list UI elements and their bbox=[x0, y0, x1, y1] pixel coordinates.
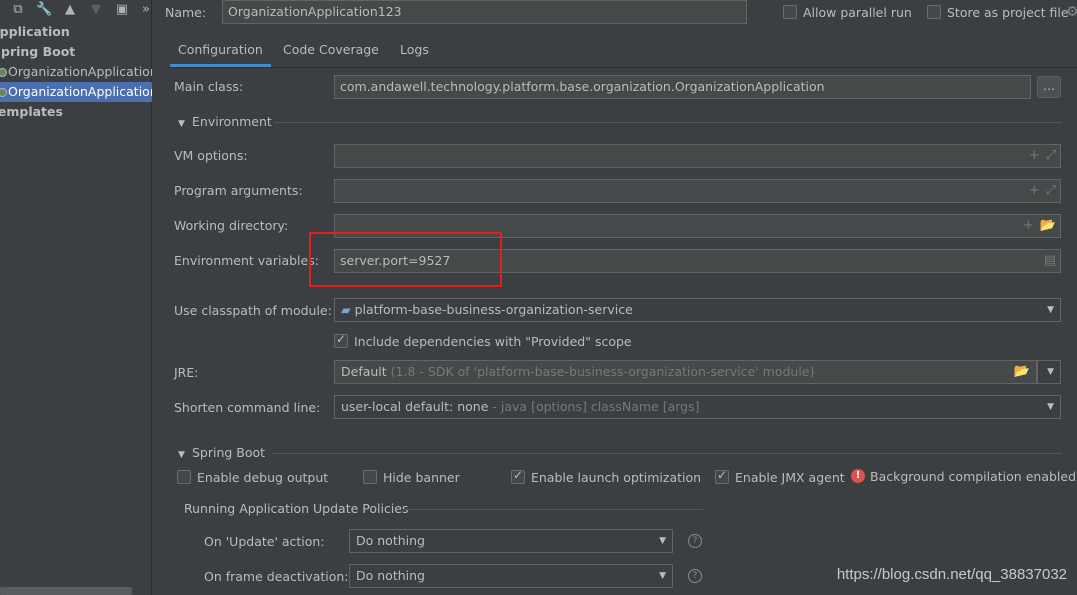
update-policies-separator bbox=[403, 509, 703, 510]
tree-item-application[interactable]: Application bbox=[0, 22, 142, 42]
tree-item-templates[interactable]: Templates bbox=[0, 102, 143, 122]
main-class-value: com.andawell.technology.platform.base.or… bbox=[340, 79, 825, 94]
tab-logs[interactable]: Logs bbox=[392, 37, 437, 67]
name-input-value: OrganizationApplication123 bbox=[228, 4, 402, 19]
spring-boot-run-icon bbox=[0, 68, 7, 77]
classpath-label: Use classpath of module: bbox=[174, 303, 332, 318]
jre-dropdown-button[interactable]: ▼ bbox=[1037, 360, 1061, 384]
browse-main-class-button[interactable]: ... bbox=[1037, 76, 1061, 98]
on-update-action-label: On 'Update' action: bbox=[204, 534, 325, 549]
jre-default-value: Default bbox=[341, 364, 387, 379]
store-as-project-file-label: Store as project file bbox=[947, 5, 1069, 20]
shorten-detail-text: - java [options] className [args] bbox=[492, 399, 700, 414]
jre-select[interactable]: Default (1.8 - SDK of 'platform-base-bus… bbox=[334, 360, 1037, 384]
on-frame-deactivation-value: Do nothing bbox=[356, 568, 425, 583]
tree-item-label: Templates bbox=[0, 104, 63, 119]
vm-options-label: VM options: bbox=[174, 148, 248, 163]
wrench-icon[interactable]: 🔧 bbox=[36, 2, 52, 18]
chevron-down-icon: ▼ bbox=[1047, 305, 1054, 315]
classpath-module-select[interactable]: ▰ platform-base-business-organization-se… bbox=[334, 298, 1061, 322]
store-as-project-file-checkbox[interactable] bbox=[927, 5, 941, 19]
collapse-arrow-icon: ▼ bbox=[178, 450, 185, 460]
tab-configuration[interactable]: Configuration bbox=[170, 37, 271, 67]
on-frame-deactivation-select[interactable]: Do nothing ▼ bbox=[349, 564, 673, 588]
classpath-module-value: platform-base-business-organization-serv… bbox=[354, 302, 633, 317]
enable-jmx-agent-checkbox[interactable] bbox=[715, 468, 729, 484]
name-input[interactable]: OrganizationApplication123 bbox=[222, 0, 747, 24]
warning-icon: ! bbox=[851, 469, 865, 483]
tree-item-spring-boot[interactable]: Spring Boot bbox=[0, 42, 144, 62]
plus-icon[interactable]: + bbox=[1029, 145, 1040, 167]
working-directory-label: Working directory: bbox=[174, 218, 289, 233]
highlight-annotation-box bbox=[309, 232, 502, 287]
include-dependencies-checkbox[interactable] bbox=[334, 332, 348, 348]
shorten-command-line-label: Shorten command line: bbox=[174, 400, 321, 415]
tree-item-label: OrganizationApplication bbox=[8, 64, 152, 79]
enable-debug-output-checkbox[interactable] bbox=[177, 470, 191, 484]
expand-icon[interactable]: ⤢ bbox=[1046, 180, 1056, 202]
on-frame-deactivation-label: On frame deactivation: bbox=[204, 569, 349, 584]
run-config-tree-panel: ⧉ 🔧 ▲ ▼ ▣ » Application Spring Boot Orga… bbox=[0, 0, 152, 595]
hide-banner-checkbox[interactable] bbox=[363, 470, 377, 484]
shorten-command-line-select[interactable]: user-local default: none - java [options… bbox=[334, 395, 1061, 419]
tree-item-label: Application bbox=[0, 24, 70, 39]
tree-item-organization-application-selected[interactable]: OrganizationApplication1 bbox=[0, 82, 152, 102]
include-dependencies-label: Include dependencies with "Provided" sco… bbox=[354, 334, 632, 349]
allow-parallel-run-label: Allow parallel run bbox=[803, 5, 912, 20]
environment-separator bbox=[274, 122, 1062, 123]
gear-icon[interactable]: ⚙ bbox=[1066, 4, 1077, 20]
more-icon[interactable]: » bbox=[138, 2, 154, 18]
plus-icon[interactable]: + bbox=[1023, 215, 1034, 237]
tab-code-coverage[interactable]: Code Coverage bbox=[275, 37, 387, 67]
chevron-down-icon: ▼ bbox=[659, 536, 666, 546]
program-arguments-label: Program arguments: bbox=[174, 183, 303, 198]
arrow-down-icon[interactable]: ▼ bbox=[88, 2, 104, 18]
tree-toolbar: ⧉ 🔧 ▲ ▼ ▣ » bbox=[0, 0, 152, 22]
on-update-action-select[interactable]: Do nothing ▼ bbox=[349, 529, 673, 553]
tree-item-organization-application[interactable]: OrganizationApplication bbox=[0, 62, 152, 82]
tree-item-label: Spring Boot bbox=[0, 44, 76, 59]
spring-boot-section-header[interactable]: ▼ Spring Boot bbox=[178, 445, 265, 460]
on-update-action-value: Do nothing bbox=[356, 533, 425, 548]
enable-launch-optimization-checkbox[interactable] bbox=[511, 468, 525, 484]
update-policies-section-header: Running Application Update Policies bbox=[184, 501, 409, 516]
allow-parallel-run-checkbox[interactable] bbox=[783, 5, 797, 19]
collapse-arrow-icon: ▼ bbox=[178, 119, 185, 129]
chevron-down-icon: ▼ bbox=[659, 571, 666, 581]
background-compilation-label: Background compilation enabled bbox=[870, 469, 1077, 484]
jre-label: JRE: bbox=[174, 365, 199, 380]
enable-launch-optimization-label: Enable launch optimization bbox=[531, 470, 702, 485]
enable-jmx-agent-label: Enable JMX agent bbox=[735, 470, 845, 485]
tree-item-label: OrganizationApplication1 bbox=[8, 84, 152, 99]
expand-icon[interactable]: ⤢ bbox=[1046, 145, 1056, 167]
main-class-label: Main class: bbox=[174, 79, 244, 94]
shorten-value: user-local default: none bbox=[341, 399, 489, 414]
vm-options-input[interactable]: + ⤢ bbox=[334, 144, 1061, 168]
spring-boot-separator bbox=[272, 453, 1062, 454]
enable-debug-output-label: Enable debug output bbox=[197, 470, 329, 485]
watermark-text: https://blog.csdn.net/qq_38837032 bbox=[836, 566, 1067, 583]
arrow-up-icon[interactable]: ▲ bbox=[62, 2, 78, 18]
main-class-input[interactable]: com.andawell.technology.platform.base.or… bbox=[334, 75, 1031, 99]
document-icon[interactable]: ▤ bbox=[1044, 250, 1056, 272]
copy-icon[interactable]: ⧉ bbox=[10, 2, 26, 18]
help-icon[interactable]: ? bbox=[688, 534, 702, 548]
chevron-down-icon: ▼ bbox=[1047, 402, 1054, 412]
hide-banner-label: Hide banner bbox=[383, 470, 460, 485]
module-icon: ▰ bbox=[341, 302, 351, 317]
folder-add-icon[interactable]: ▣ bbox=[114, 2, 130, 18]
folder-icon[interactable]: 📂 bbox=[1040, 215, 1056, 237]
folder-icon[interactable]: 📂 bbox=[1014, 361, 1030, 383]
help-icon[interactable]: ? bbox=[688, 569, 702, 583]
tree-horizontal-scrollbar[interactable] bbox=[0, 587, 132, 595]
name-label: Name: bbox=[165, 5, 207, 20]
program-arguments-input[interactable]: + ⤢ bbox=[334, 179, 1061, 203]
chevron-down-icon: ▼ bbox=[1047, 367, 1054, 377]
plus-icon[interactable]: + bbox=[1029, 180, 1040, 202]
jre-detail-text: (1.8 - SDK of 'platform-base-business-or… bbox=[390, 364, 815, 379]
spring-boot-run-icon bbox=[0, 88, 7, 97]
environment-variables-label: Environment variables: bbox=[174, 253, 319, 268]
tab-divider bbox=[165, 67, 1077, 68]
environment-section-header[interactable]: ▼ Environment bbox=[178, 114, 272, 129]
